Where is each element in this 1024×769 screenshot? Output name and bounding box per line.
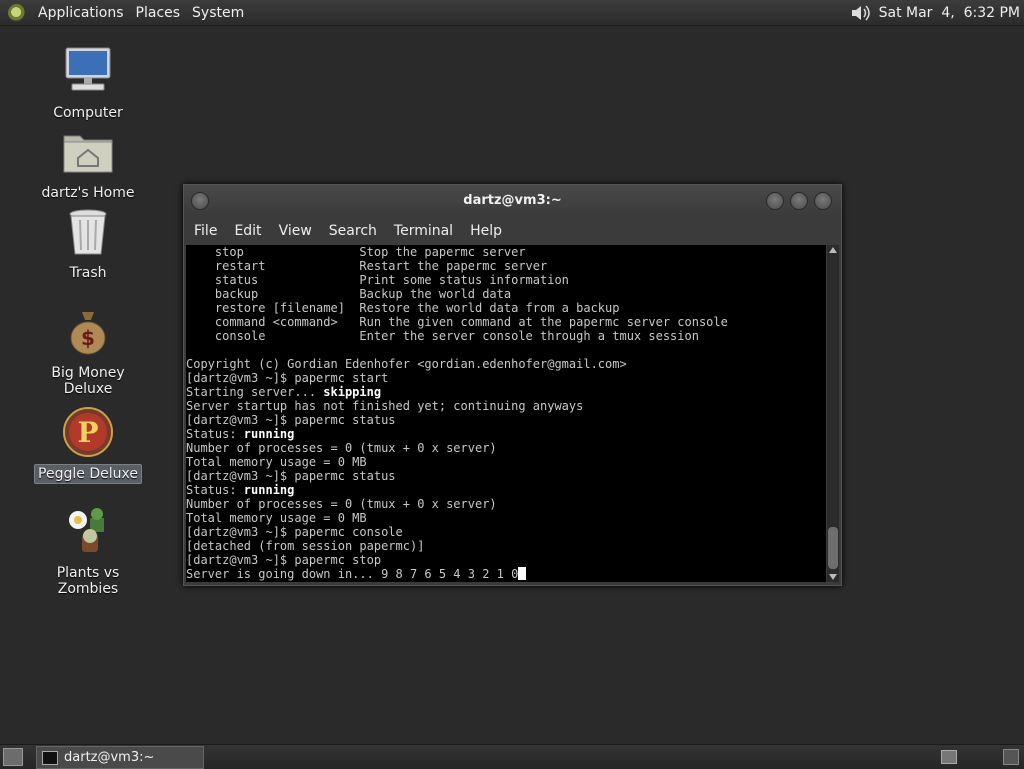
terminal-window[interactable]: dartz@vm3:~ File Edit View Search Termin… [183,184,842,586]
menu-help[interactable]: Help [463,223,512,239]
help-line: console Enter the server console through… [186,329,699,343]
prompt: [dartz@vm3 ~]$ [186,413,295,427]
peggle-icon: P [63,407,113,457]
tray: Sat Mar 4, 6:32 PM [849,0,1024,25]
menu-system[interactable]: System [186,5,250,21]
help-line: status Print some status information [186,273,569,287]
workspace-switcher[interactable] [941,750,957,764]
prompt: [dartz@vm3 ~]$ [186,371,295,385]
clock[interactable]: Sat Mar 4, 6:32 PM [879,5,1020,21]
output-line: Number of processes = 0 (tmux + 0 x serv… [186,441,497,455]
bottom-panel: dartz@vm3:~ [0,744,1024,769]
desktop-icon-label: Trash [69,265,107,281]
output-bold: running [243,427,295,441]
command: papermc console [294,525,403,539]
svg-text:P: P [77,416,98,449]
output-line: Server is going down in... 9 8 7 6 5 4 3… [186,567,519,581]
output-bold: running [243,483,295,497]
menu-edit[interactable]: Edit [227,223,271,239]
window-title: dartz@vm3:~ [463,193,562,208]
home-folder-icon [63,135,113,173]
command: papermc stop [294,553,382,567]
show-desktop-icon[interactable] [3,748,23,766]
minimize-button[interactable] [766,192,784,210]
desktop-icon-big-money[interactable]: $ Big Money Deluxe [28,304,148,398]
desktop-icon-computer[interactable]: Computer [28,44,148,122]
top-panel: Applications Places System Sat Mar 4, 6:… [0,0,1024,26]
computer-icon [65,47,111,91]
output-line: Total memory usage = 0 MB [186,455,367,469]
desktop-icon-label: Computer [53,105,123,121]
help-line: backup Backup the world data [186,287,512,301]
menu-search[interactable]: Search [322,223,387,239]
output-line: Total memory usage = 0 MB [186,511,367,525]
text-cursor [518,567,527,580]
trash-icon [69,209,107,255]
terminal-titlebar[interactable]: dartz@vm3:~ [184,185,841,217]
menu-terminal[interactable]: Terminal [387,223,463,239]
output-line: Status: [186,483,244,497]
close-button[interactable] [814,192,832,210]
output-line: Number of processes = 0 (tmux + 0 x serv… [186,497,497,511]
terminal-output[interactable]: stop Stop the papermc server restart Res… [186,245,826,582]
desktop-icon-label: dartz's Home [41,185,135,201]
command: papermc status [294,469,396,483]
copyright-line: Copyright (c) Gordian Edenhofer <gordian… [186,357,627,371]
trash-applet-icon[interactable] [1003,749,1019,765]
plants-vs-zombies-icon [69,508,104,552]
taskbar-label: dartz@vm3:~ [64,750,155,765]
output-bold: skipping [323,385,382,399]
money-bag-icon: $ [70,312,106,355]
output-line: Status: [186,427,244,441]
command: papermc start [294,371,389,385]
menu-places[interactable]: Places [130,5,187,21]
menu-view[interactable]: View [272,223,322,239]
gnome-foot-icon[interactable] [8,3,26,22]
maximize-button[interactable] [790,192,808,210]
help-line: command <command> Run the given command … [186,315,728,329]
desktop-icon-label: Plants vs Zombies [56,565,120,597]
terminal-menubar: File Edit View Search Terminal Help [184,217,841,244]
prompt: [dartz@vm3 ~]$ [186,553,295,567]
volume-icon[interactable] [849,3,871,23]
scrollbar-thumb[interactable] [828,527,838,569]
help-line: stop Stop the papermc server [186,245,526,259]
output-line: [detached (from session papermc)] [186,539,425,553]
desktop-icon-trash[interactable]: Trash [28,204,148,282]
menu-file[interactable]: File [187,223,227,239]
svg-text:$: $ [81,326,95,350]
output-line: Starting server... [186,385,324,399]
help-line: restore [filename] Restore the world dat… [186,301,620,315]
taskbar-button-terminal[interactable]: dartz@vm3:~ [36,746,204,769]
menu-applications[interactable]: Applications [32,5,130,21]
prompt: [dartz@vm3 ~]$ [186,469,295,483]
prompt: [dartz@vm3 ~]$ [186,525,295,539]
scroll-up-icon[interactable] [829,247,837,253]
desktop-icon-label: Big Money Deluxe [51,365,125,397]
terminal-icon [42,750,58,765]
terminal-scrollbar[interactable] [827,245,839,582]
desktop-icon-label: Peggle Deluxe [34,464,142,484]
command: papermc status [294,413,396,427]
scroll-down-icon[interactable] [829,574,837,580]
desktop-icon-home[interactable]: dartz's Home [28,124,148,202]
output-line: Server startup has not finished yet; con… [186,399,584,413]
desktop-icon-peggle[interactable]: P Peggle Deluxe [28,404,148,484]
desktop-icon-pvz[interactable]: Plants vs Zombies [28,504,148,598]
terminal-text: stop Stop the papermc server restart Res… [186,245,826,581]
help-line: restart Restart the papermc server [186,259,548,273]
